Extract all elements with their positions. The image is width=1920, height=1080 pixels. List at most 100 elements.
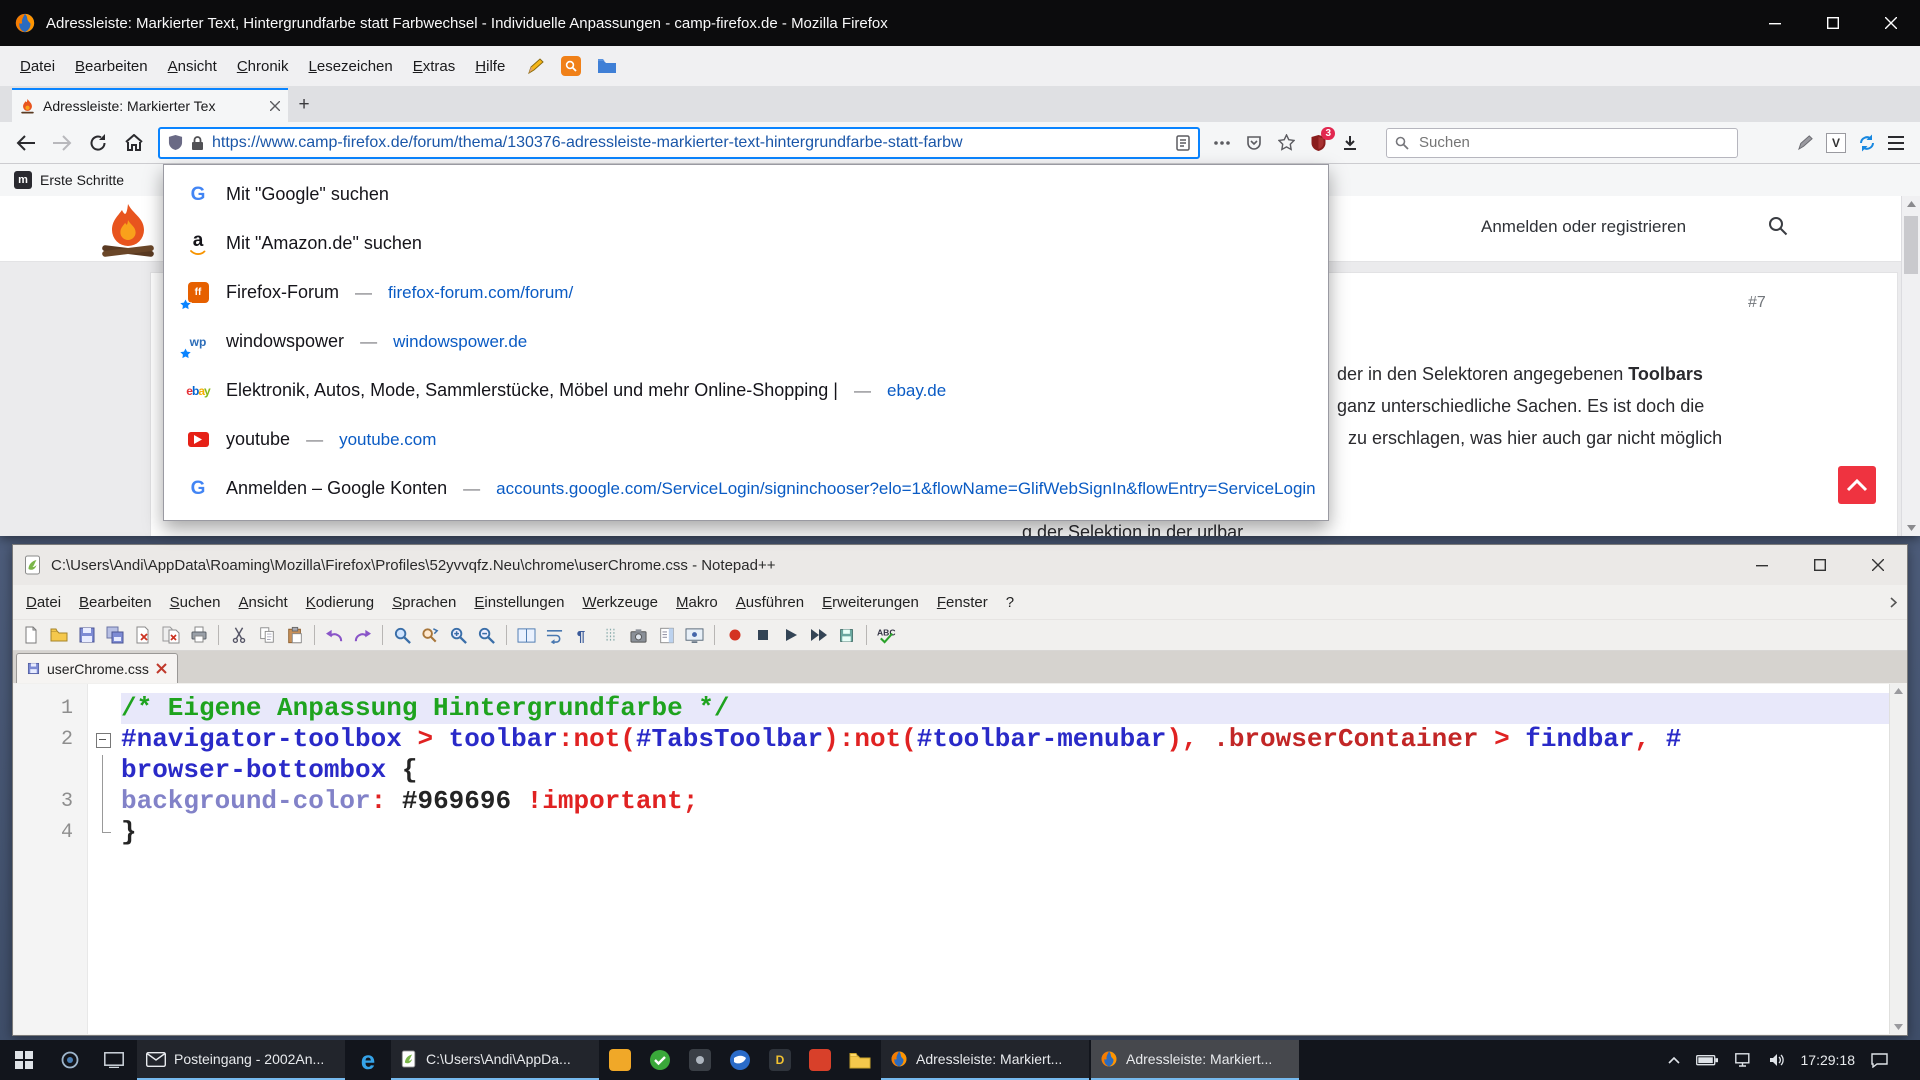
- menu-lesezeichen[interactable]: Lesezeichen: [299, 54, 403, 79]
- bookmark-erste-schritte[interactable]: Erste Schritte: [40, 172, 124, 188]
- edit-extension-icon[interactable]: [1797, 134, 1814, 151]
- tab-adressleiste[interactable]: Adressleiste: Markierter Tex: [12, 88, 288, 122]
- tracking-protection-shield-icon[interactable]: [168, 134, 183, 151]
- maximize-button[interactable]: [1804, 0, 1862, 46]
- menu-kodierung[interactable]: Kodierung: [297, 591, 383, 614]
- suggestion-amazon-search[interactable]: a Mit "Amazon.de" suchen: [164, 219, 1328, 268]
- save-macro-icon[interactable]: [834, 622, 859, 648]
- suggestion-firefox-forum[interactable]: ff Firefox-Forum — firefox-forum.com/for…: [164, 268, 1328, 317]
- taskbar-button-firefox-2[interactable]: Adressleiste: Markiert...: [1091, 1040, 1299, 1080]
- scroll-up-icon[interactable]: [1902, 201, 1920, 207]
- menu-ausfuehren[interactable]: Ausführen: [727, 591, 813, 614]
- open-file-icon[interactable]: [46, 622, 71, 648]
- cut-icon[interactable]: [226, 622, 251, 648]
- close-all-icon[interactable]: [158, 622, 183, 648]
- taskbar-button-mail[interactable]: Posteingang - 2002An...: [137, 1040, 345, 1080]
- action-center-icon[interactable]: [1871, 1053, 1888, 1068]
- new-tab-button[interactable]: +: [288, 88, 320, 122]
- scroll-to-top-button[interactable]: [1838, 466, 1876, 504]
- word-wrap-icon[interactable]: [542, 622, 567, 648]
- menu-hilfe[interactable]: Hilfe: [465, 54, 515, 79]
- site-search-icon[interactable]: [1768, 216, 1788, 236]
- red-app-icon[interactable]: [800, 1040, 840, 1080]
- v-extension-icon[interactable]: V: [1826, 133, 1846, 153]
- snapshot-icon[interactable]: [626, 622, 651, 648]
- menu-fenster[interactable]: Fenster: [928, 591, 997, 614]
- function-list-icon[interactable]: [682, 622, 707, 648]
- tab-close-icon[interactable]: [270, 101, 280, 111]
- stop-macro-icon[interactable]: [750, 622, 775, 648]
- replace-icon[interactable]: [418, 622, 443, 648]
- fold-toggle-icon[interactable]: [87, 724, 121, 755]
- sync-extension-icon[interactable]: [1858, 134, 1876, 152]
- menu-ansicht[interactable]: Ansicht: [230, 591, 297, 614]
- menu-bearbeiten[interactable]: Bearbeiten: [65, 54, 158, 79]
- print-icon[interactable]: [186, 622, 211, 648]
- download-icon[interactable]: [1336, 128, 1364, 158]
- menu-suchen[interactable]: Suchen: [161, 591, 230, 614]
- show-symbols-icon[interactable]: ¶: [570, 622, 595, 648]
- lock-icon[interactable]: [191, 135, 204, 151]
- tab-close-icon[interactable]: [156, 663, 167, 674]
- pocket-icon[interactable]: [1240, 128, 1268, 158]
- back-button[interactable]: [10, 127, 42, 159]
- find-icon[interactable]: [390, 622, 415, 648]
- network-icon[interactable]: [1735, 1053, 1753, 1067]
- taskbar-clock[interactable]: 17:29:18: [1801, 1052, 1856, 1068]
- thunderbird-app-icon[interactable]: [720, 1040, 760, 1080]
- taskbar-button-firefox-1[interactable]: Adressleiste: Markiert...: [881, 1040, 1089, 1080]
- edge-icon[interactable]: e: [346, 1040, 390, 1080]
- paste-icon[interactable]: [282, 622, 307, 648]
- menubar-overflow-chevron-icon[interactable]: [1890, 597, 1907, 608]
- zoom-in-icon[interactable]: [446, 622, 471, 648]
- page-actions-icon[interactable]: [1208, 128, 1236, 158]
- reload-button[interactable]: [82, 127, 114, 159]
- folder-extension-icon[interactable]: [597, 58, 617, 74]
- menu-erweiterungen[interactable]: Erweiterungen: [813, 591, 928, 614]
- save-icon[interactable]: [74, 622, 99, 648]
- close-button[interactable]: [1862, 0, 1920, 46]
- scrollbar-thumb[interactable]: [1904, 216, 1918, 274]
- page-scrollbar[interactable]: [1901, 196, 1920, 536]
- split-view-icon[interactable]: [514, 622, 539, 648]
- suggestion-google-accounts[interactable]: G Anmelden – Google Konten — accounts.go…: [164, 464, 1328, 513]
- search-bar[interactable]: [1386, 128, 1738, 158]
- minimize-button[interactable]: [1746, 0, 1804, 46]
- menu-icon[interactable]: [1888, 136, 1904, 150]
- campfire-logo-icon[interactable]: [100, 200, 156, 258]
- quickfind-extension-icon[interactable]: [561, 56, 581, 76]
- minimize-button[interactable]: [1733, 545, 1791, 585]
- new-file-icon[interactable]: [18, 622, 43, 648]
- cortana-icon[interactable]: [48, 1040, 92, 1080]
- annotate-pencil-icon[interactable]: [527, 57, 545, 75]
- taskbar-button-notepadpp[interactable]: C:\Users\Andi\AppDa...: [391, 1040, 599, 1080]
- tab-userchrome-css[interactable]: userChrome.css: [16, 653, 178, 683]
- signin-link[interactable]: Anmelden oder registrieren: [1481, 217, 1686, 237]
- scroll-down-icon[interactable]: [1902, 525, 1920, 531]
- menu-extras[interactable]: Extras: [403, 54, 466, 79]
- menu-help[interactable]: ?: [997, 591, 1023, 614]
- antivirus-app-icon[interactable]: [640, 1040, 680, 1080]
- search-input[interactable]: [1417, 133, 1729, 152]
- suggestion-ebay[interactable]: ebay Elektronik, Autos, Mode, Sammlerstü…: [164, 366, 1328, 415]
- menu-sprachen[interactable]: Sprachen: [383, 591, 465, 614]
- task-view-icon[interactable]: [92, 1040, 136, 1080]
- save-all-icon[interactable]: [102, 622, 127, 648]
- reader-mode-icon[interactable]: [1176, 135, 1190, 151]
- explorer-folder-icon[interactable]: [840, 1040, 880, 1080]
- undo-icon[interactable]: [322, 622, 347, 648]
- play-macro-icon[interactable]: [778, 622, 803, 648]
- redo-icon[interactable]: [350, 622, 375, 648]
- menu-ansicht[interactable]: Ansicht: [158, 54, 227, 79]
- menu-makro[interactable]: Makro: [667, 591, 727, 614]
- menu-datei[interactable]: Datei: [10, 54, 65, 79]
- ublock-shield-icon[interactable]: 3: [1304, 128, 1332, 158]
- editor-scrollbar[interactable]: [1889, 684, 1906, 1034]
- zoom-out-icon[interactable]: [474, 622, 499, 648]
- url-bar[interactable]: https://www.camp-firefox.de/forum/thema/…: [158, 127, 1200, 159]
- speaker-icon[interactable]: [1769, 1053, 1785, 1067]
- menu-bearbeiten[interactable]: Bearbeiten: [70, 591, 161, 614]
- menu-werkzeuge[interactable]: Werkzeuge: [573, 591, 667, 614]
- suggestion-youtube[interactable]: youtube — youtube.com: [164, 415, 1328, 464]
- copy-icon[interactable]: [254, 622, 279, 648]
